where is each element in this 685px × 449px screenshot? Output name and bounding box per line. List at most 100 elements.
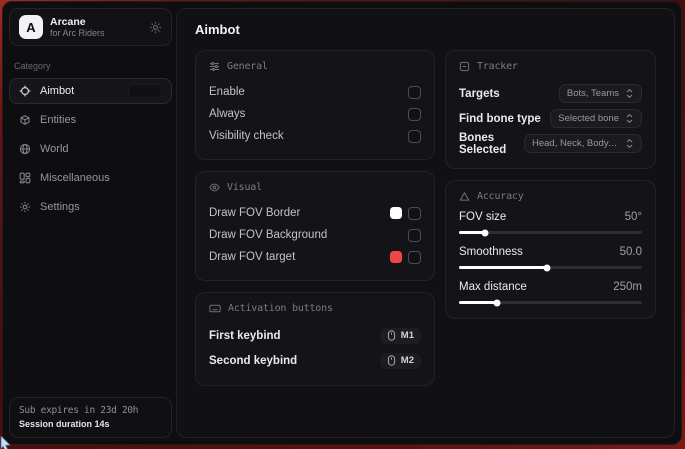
slider-group-max-distance: Max distance 250m <box>459 281 642 304</box>
setting-label: FOV size <box>459 211 506 223</box>
eye-icon <box>209 182 220 193</box>
sidebar-item-label: Aimbot <box>40 85 74 97</box>
sidebar-item-label: Entities <box>40 114 76 126</box>
color-swatch-white[interactable] <box>390 207 402 219</box>
dropdown-value: Bots, Teams <box>567 88 619 99</box>
crosshair-icon <box>19 85 31 97</box>
dropdown-value: Selected bone <box>558 113 619 124</box>
setting-row-fov-target: Draw FOV target <box>209 246 421 268</box>
color-swatch-red[interactable] <box>390 251 402 263</box>
keybind-button-m2[interactable]: M2 <box>380 353 421 369</box>
brand-logo: A <box>19 15 43 39</box>
setting-row-find-bone-type: Find bone type Selected bone <box>459 106 642 131</box>
setting-label: Max distance <box>459 281 527 293</box>
activation-card: Activation buttons First keybind M1 <box>195 292 435 386</box>
setting-label: Always <box>209 108 245 120</box>
slider-group-fov-size: FOV size 50° <box>459 211 642 234</box>
always-checkbox[interactable] <box>408 108 421 121</box>
accuracy-card: Accuracy FOV size 50° <box>445 180 656 319</box>
setting-row-fov-background: Draw FOV Background <box>209 224 421 246</box>
setting-row-visibility-check: Visibility check <box>209 125 421 147</box>
main-panel: Aimbot General <box>176 8 675 438</box>
gear-icon[interactable] <box>149 21 162 34</box>
session-duration-text: Session duration 14s <box>19 419 162 429</box>
fov-background-checkbox[interactable] <box>408 229 421 242</box>
dropdown-value: Head, Neck, Body, Fe... <box>532 138 619 149</box>
setting-row-enable: Enable <box>209 81 421 103</box>
page-title: Aimbot <box>195 22 656 37</box>
keyboard-icon <box>209 303 221 314</box>
card-header-label: Visual <box>227 182 262 193</box>
enable-checkbox[interactable] <box>408 86 421 99</box>
setting-label: Draw FOV target <box>209 251 295 263</box>
keybind-ghost-badge <box>128 84 162 98</box>
keybind-value: M2 <box>401 355 414 366</box>
brand-title: Arcane <box>50 16 105 28</box>
fov-border-checkbox[interactable] <box>408 207 421 220</box>
setting-label: Visibility check <box>209 130 284 142</box>
visual-card: Visual Draw FOV Border Draw FOV Backgrou… <box>195 171 435 281</box>
setting-label: Bones Selected <box>459 132 524 156</box>
smoothness-slider[interactable] <box>459 266 642 269</box>
sidebar-item-world[interactable]: World <box>9 136 172 162</box>
card-header-label: Tracker <box>477 61 518 72</box>
sidebar: A Arcane for Arc Riders Category Aimbot <box>9 8 172 438</box>
brand-card: A Arcane for Arc Riders <box>9 8 172 46</box>
slider-value: 50.0 <box>620 246 642 258</box>
visibility-check-checkbox[interactable] <box>408 130 421 143</box>
slider-thumb[interactable] <box>543 264 550 271</box>
keybind-button-m1[interactable]: M1 <box>380 328 421 344</box>
fov-size-slider[interactable] <box>459 231 642 234</box>
slider-fill <box>459 266 547 269</box>
tracker-card: Tracker Targets Bots, Teams <box>445 50 656 169</box>
bones-selected-dropdown[interactable]: Head, Neck, Body, Fe... <box>524 134 642 153</box>
targets-dropdown[interactable]: Bots, Teams <box>559 84 642 103</box>
brand-text: Arcane for Arc Riders <box>50 16 105 39</box>
setting-row-bones-selected: Bones Selected Head, Neck, Body, Fe... <box>459 131 642 156</box>
sidebar-item-settings[interactable]: Settings <box>9 194 172 220</box>
setting-label: Targets <box>459 88 500 100</box>
setting-row-fov-border: Draw FOV Border <box>209 202 421 224</box>
mouse-icon <box>387 330 396 341</box>
card-header-label: General <box>227 61 268 72</box>
slider-value: 50° <box>625 211 642 223</box>
setting-row-first-keybind: First keybind M1 <box>209 323 421 348</box>
sidebar-item-miscellaneous[interactable]: Miscellaneous <box>9 165 172 191</box>
globe-icon <box>19 143 31 155</box>
brand-subtitle: for Arc Riders <box>50 28 105 39</box>
app-window: A Arcane for Arc Riders Category Aimbot <box>2 1 682 445</box>
setting-label: Smoothness <box>459 246 523 258</box>
card-header-label: Accuracy <box>477 191 524 202</box>
mouse-cursor <box>0 436 14 449</box>
sidebar-item-label: Miscellaneous <box>40 172 110 184</box>
sidebar-item-label: Settings <box>40 201 80 213</box>
keybind-value: M1 <box>401 330 414 341</box>
subscription-card: Sub expires in 23d 20h Session duration … <box>9 397 172 438</box>
chevrons-up-down-icon <box>625 113 634 124</box>
mouse-icon <box>387 355 396 366</box>
setting-row-always: Always <box>209 103 421 125</box>
max-distance-slider[interactable] <box>459 301 642 304</box>
sidebar-item-aimbot[interactable]: Aimbot <box>9 78 172 104</box>
setting-row-second-keybind: Second keybind M2 <box>209 348 421 373</box>
general-card: General Enable Always Visibility check <box>195 50 435 160</box>
grid-icon <box>19 172 31 184</box>
setting-label: First keybind <box>209 330 281 342</box>
setting-label: Enable <box>209 86 245 98</box>
scan-icon <box>459 61 470 72</box>
gear-icon <box>19 201 31 213</box>
triangle-icon <box>459 191 470 202</box>
chevrons-up-down-icon <box>625 88 634 99</box>
sidebar-item-entities[interactable]: Entities <box>9 107 172 133</box>
bone-type-dropdown[interactable]: Selected bone <box>550 109 642 128</box>
slider-thumb[interactable] <box>481 229 488 236</box>
sliders-icon <box>209 61 220 72</box>
setting-row-targets: Targets Bots, Teams <box>459 81 642 106</box>
slider-thumb[interactable] <box>494 299 501 306</box>
card-header-label: Activation buttons <box>228 303 333 314</box>
category-label: Category <box>14 61 167 71</box>
setting-label: Find bone type <box>459 113 541 125</box>
fov-target-checkbox[interactable] <box>408 251 421 264</box>
slider-value: 250m <box>613 281 642 293</box>
slider-fill <box>459 301 497 304</box>
